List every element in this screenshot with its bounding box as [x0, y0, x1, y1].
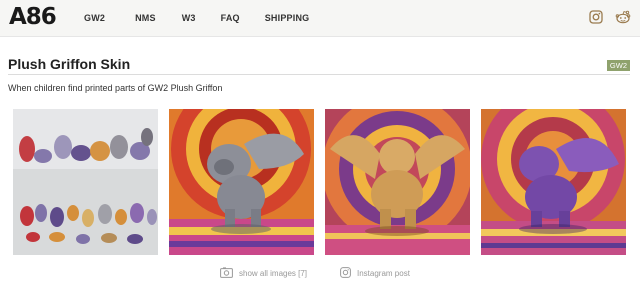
- instagram-post-label: Instagram post: [357, 269, 410, 278]
- reddit-icon[interactable]: [615, 10, 631, 24]
- nav-shipping[interactable]: SHIPPING: [265, 12, 310, 24]
- page-description: When children find printed parts of GW2 …: [8, 83, 223, 93]
- gallery-image-2[interactable]: [169, 109, 314, 255]
- show-all-images-label: show all images [7]: [239, 269, 308, 278]
- image-gallery: [13, 109, 626, 255]
- title-row: Plush Griffon Skin GW2: [8, 56, 630, 75]
- gallery-footer: show all images [7] Instagram post: [0, 267, 640, 281]
- show-all-images-link[interactable]: show all images [7]: [220, 267, 307, 280]
- page-title: Plush Griffon Skin: [8, 56, 131, 72]
- instagram-icon[interactable]: [589, 10, 603, 24]
- nav-faq[interactable]: FAQ: [221, 12, 240, 24]
- top-navigation-bar: A86 GW2 NMS W3 FAQ SHIPPING: [0, 0, 640, 37]
- site-logo[interactable]: A86: [9, 5, 57, 29]
- gallery-image-3[interactable]: [325, 109, 470, 255]
- instagram-post-link[interactable]: Instagram post: [340, 267, 410, 280]
- nav-nms[interactable]: NMS: [135, 12, 156, 24]
- main-nav: GW2 NMS W3 FAQ SHIPPING: [84, 12, 335, 24]
- category-tag[interactable]: GW2: [606, 60, 630, 71]
- nav-w3[interactable]: W3: [182, 12, 196, 24]
- gallery-image-1[interactable]: [13, 109, 158, 255]
- gallery-image-4[interactable]: [481, 109, 626, 255]
- images-icon: [220, 267, 233, 280]
- instagram-icon: [340, 267, 351, 280]
- nav-gw2[interactable]: GW2: [84, 12, 105, 24]
